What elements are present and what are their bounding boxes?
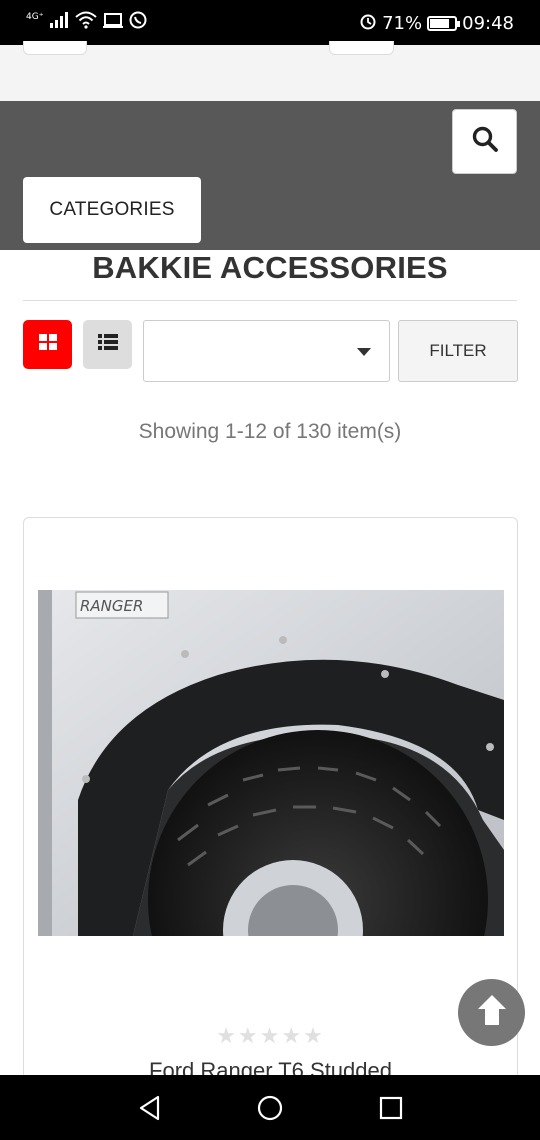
clock: 09:48 [462, 13, 514, 34]
nav-button-right[interactable] [329, 41, 394, 55]
grid-view-icon [38, 334, 57, 355]
signal-icon [49, 12, 69, 33]
recents-icon[interactable] [379, 1096, 403, 1125]
status-right: 71% 09:48 [359, 12, 514, 35]
battery-percent: 71% [382, 13, 423, 34]
screen: 4G⁺ 71% 09:48 CATEGORIES BAKKIE ACCESSOR… [0, 0, 540, 1140]
whatsapp-icon [129, 11, 147, 34]
search-button[interactable] [452, 109, 517, 174]
page-title: BAKKIE ACCESSORIES [92, 250, 448, 285]
top-nav-band [0, 41, 540, 101]
categories-button[interactable]: CATEGORIES [23, 177, 201, 243]
product-card[interactable]: RANGER ★★★★★ Ford Ranger T6 Studded [23, 517, 518, 1117]
system-nav-bar [0, 1075, 540, 1140]
status-bar: 4G⁺ 71% 09:48 [0, 0, 540, 45]
rating-stars: ★★★★★ [216, 1023, 325, 1048]
battery-icon [427, 16, 461, 31]
ranger-badge: RANGER [80, 597, 143, 615]
title-divider [23, 300, 517, 301]
grid-view-button[interactable] [23, 320, 72, 369]
list-view-button[interactable] [83, 320, 132, 369]
scroll-to-top-button[interactable] [458, 979, 525, 1046]
header-band: CATEGORIES [0, 101, 540, 250]
search-icon [471, 125, 499, 158]
wifi-icon [75, 11, 98, 34]
chevron-down-icon [357, 348, 371, 356]
screen-cast-icon [103, 12, 124, 33]
home-icon[interactable] [257, 1095, 283, 1126]
sort-select[interactable] [143, 320, 390, 382]
alarm-icon [359, 12, 377, 35]
status-left: 4G⁺ [26, 11, 147, 34]
filter-button[interactable]: FILTER [398, 320, 518, 382]
product-image[interactable]: RANGER [38, 590, 504, 936]
back-icon[interactable] [138, 1095, 162, 1126]
arrow-up-icon [474, 992, 510, 1033]
list-view-icon [97, 334, 118, 355]
product-photo: RANGER [38, 590, 504, 936]
nav-button-left[interactable] [23, 41, 87, 55]
network-type: 4G⁺ [26, 11, 44, 22]
battery-level [430, 19, 449, 28]
results-count: Showing 1-12 of 130 item(s) [138, 420, 402, 443]
